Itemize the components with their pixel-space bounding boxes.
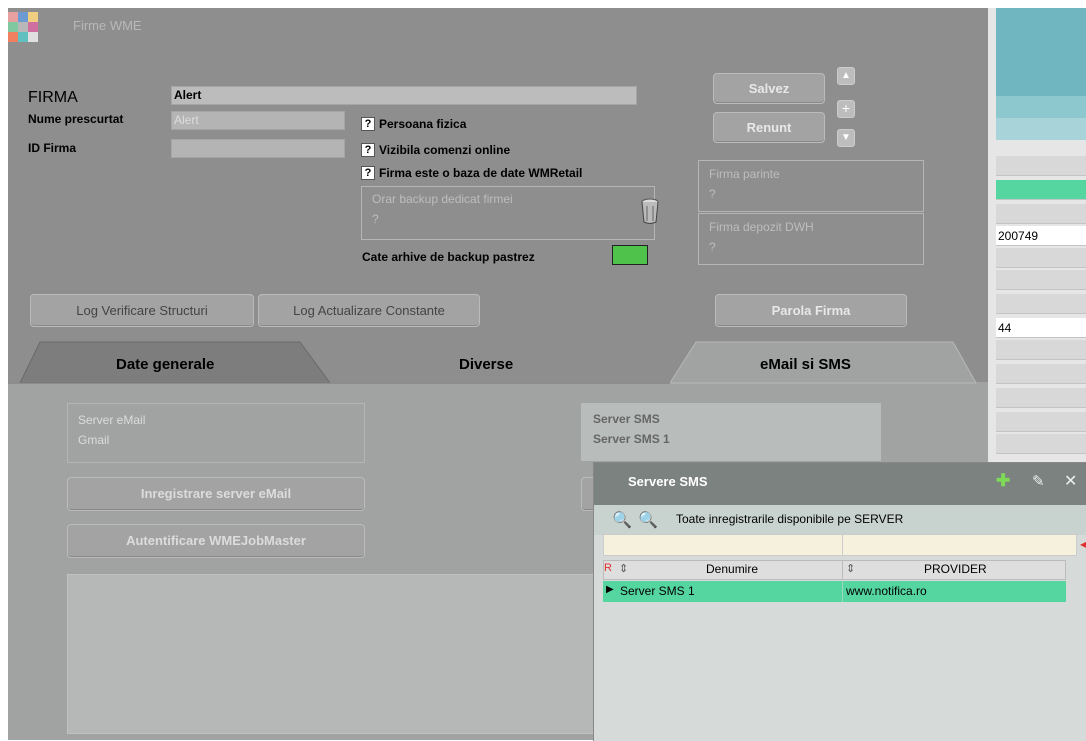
server-sms-label: Server SMS bbox=[593, 412, 660, 426]
edit-icon[interactable]: ✎ bbox=[1032, 472, 1045, 490]
server-sms-panel[interactable]: Server SMS Server SMS 1 bbox=[581, 403, 881, 461]
background-selected-row bbox=[996, 180, 1086, 200]
tab-diverse[interactable]: Diverse bbox=[459, 356, 513, 373]
inregistrare-email-button[interactable]: Inregistrare server eMail bbox=[67, 477, 365, 511]
cell-provider: www.notifica.ro bbox=[846, 584, 927, 598]
arrow-down-icon[interactable]: ▼ bbox=[837, 129, 855, 147]
r-marker: R bbox=[604, 562, 612, 574]
orar-backup-label: Orar backup dedicat firmei bbox=[372, 192, 513, 206]
log-verificare-button[interactable]: Log Verificare Structuri bbox=[30, 294, 254, 327]
window-title: Firme WME bbox=[73, 18, 142, 33]
firma-depozit-value: ? bbox=[709, 240, 716, 254]
orar-backup-panel[interactable]: Orar backup dedicat firmei ? bbox=[361, 186, 655, 240]
persoana-fizica-label: Persoana fizica bbox=[379, 117, 467, 131]
server-email-label: Server eMail bbox=[78, 413, 146, 427]
server-sms-value: Server SMS 1 bbox=[593, 432, 670, 446]
vizibila-comenzi-label: Vizibila comenzi online bbox=[379, 143, 511, 157]
renunt-button[interactable]: Renunt bbox=[713, 112, 825, 143]
header-divider bbox=[842, 560, 843, 580]
filter-divider bbox=[842, 534, 843, 556]
salvez-button[interactable]: Salvez bbox=[713, 73, 825, 104]
column-denumire[interactable]: Denumire bbox=[706, 562, 758, 576]
tab-email-sms[interactable]: eMail si SMS bbox=[760, 356, 851, 373]
cell-denumire: Server SMS 1 bbox=[620, 584, 695, 598]
scroll-marker-icon: ◂ bbox=[1080, 537, 1086, 551]
firma-input[interactable]: Alert bbox=[171, 86, 637, 105]
arhive-backup-input[interactable] bbox=[612, 245, 648, 265]
firma-depozit-label: Firma depozit DWH bbox=[709, 220, 814, 234]
app-logo-icon bbox=[8, 12, 38, 42]
background-cell: 44 bbox=[996, 318, 1086, 338]
vizibila-comenzi-checkbox[interactable]: ? bbox=[361, 143, 375, 157]
background-cell: 200749 bbox=[996, 226, 1086, 246]
sort-icon[interactable]: ⇕ bbox=[846, 562, 855, 575]
sort-icon[interactable]: ⇕ bbox=[619, 562, 628, 575]
add-record-icon[interactable]: ✚ bbox=[996, 471, 1010, 491]
filter-text: Toate inregistrarile disponibile pe SERV… bbox=[676, 512, 904, 526]
close-icon[interactable]: ✕ bbox=[1064, 471, 1077, 491]
baza-wmretail-checkbox[interactable]: ? bbox=[361, 166, 375, 180]
search-icon[interactable]: 🔍 bbox=[612, 510, 632, 530]
autentificare-button[interactable]: Autentificare WMEJobMaster bbox=[67, 524, 365, 558]
log-text-area[interactable] bbox=[67, 574, 595, 734]
firma-parinte-panel[interactable]: Firma parinte ? bbox=[698, 160, 924, 212]
trash-bin-icon[interactable] bbox=[637, 196, 663, 226]
plus-icon[interactable]: + bbox=[837, 100, 855, 118]
log-actualizare-button[interactable]: Log Actualizare Constante bbox=[258, 294, 480, 327]
firma-parinte-value: ? bbox=[709, 187, 716, 201]
id-firma-input[interactable] bbox=[171, 139, 345, 158]
grid-header bbox=[603, 560, 1066, 580]
firma-parinte-label: Firma parinte bbox=[709, 167, 780, 181]
baza-wmretail-label: Firma este o baza de date WMRetail bbox=[379, 166, 583, 180]
dialog-title: Servere SMS bbox=[628, 474, 708, 489]
row-pointer-icon: ▶ bbox=[606, 584, 614, 595]
filter-input-row[interactable] bbox=[603, 534, 1077, 556]
firma-depozit-panel[interactable]: Firma depozit DWH ? bbox=[698, 213, 924, 265]
orar-backup-value: ? bbox=[372, 212, 379, 226]
arhive-backup-label: Cate arhive de backup pastrez bbox=[362, 250, 535, 264]
column-provider[interactable]: PROVIDER bbox=[924, 562, 987, 576]
arrow-up-icon[interactable]: ▲ bbox=[837, 67, 855, 85]
tab-date-generale[interactable]: Date generale bbox=[116, 356, 214, 373]
nume-prescurtat-input[interactable]: Alert bbox=[171, 111, 345, 130]
nume-prescurtat-label: Nume prescurtat bbox=[28, 112, 124, 126]
server-email-panel[interactable]: Server eMail Gmail bbox=[67, 403, 365, 463]
persoana-fizica-checkbox[interactable]: ? bbox=[361, 117, 375, 131]
parola-firma-button[interactable]: Parola Firma bbox=[715, 294, 907, 327]
firma-label: FIRMA bbox=[28, 89, 78, 106]
search-all-icon[interactable]: 🔍 bbox=[638, 510, 658, 530]
server-email-value: Gmail bbox=[78, 433, 110, 447]
row-divider bbox=[842, 581, 843, 602]
id-firma-label: ID Firma bbox=[28, 141, 77, 155]
